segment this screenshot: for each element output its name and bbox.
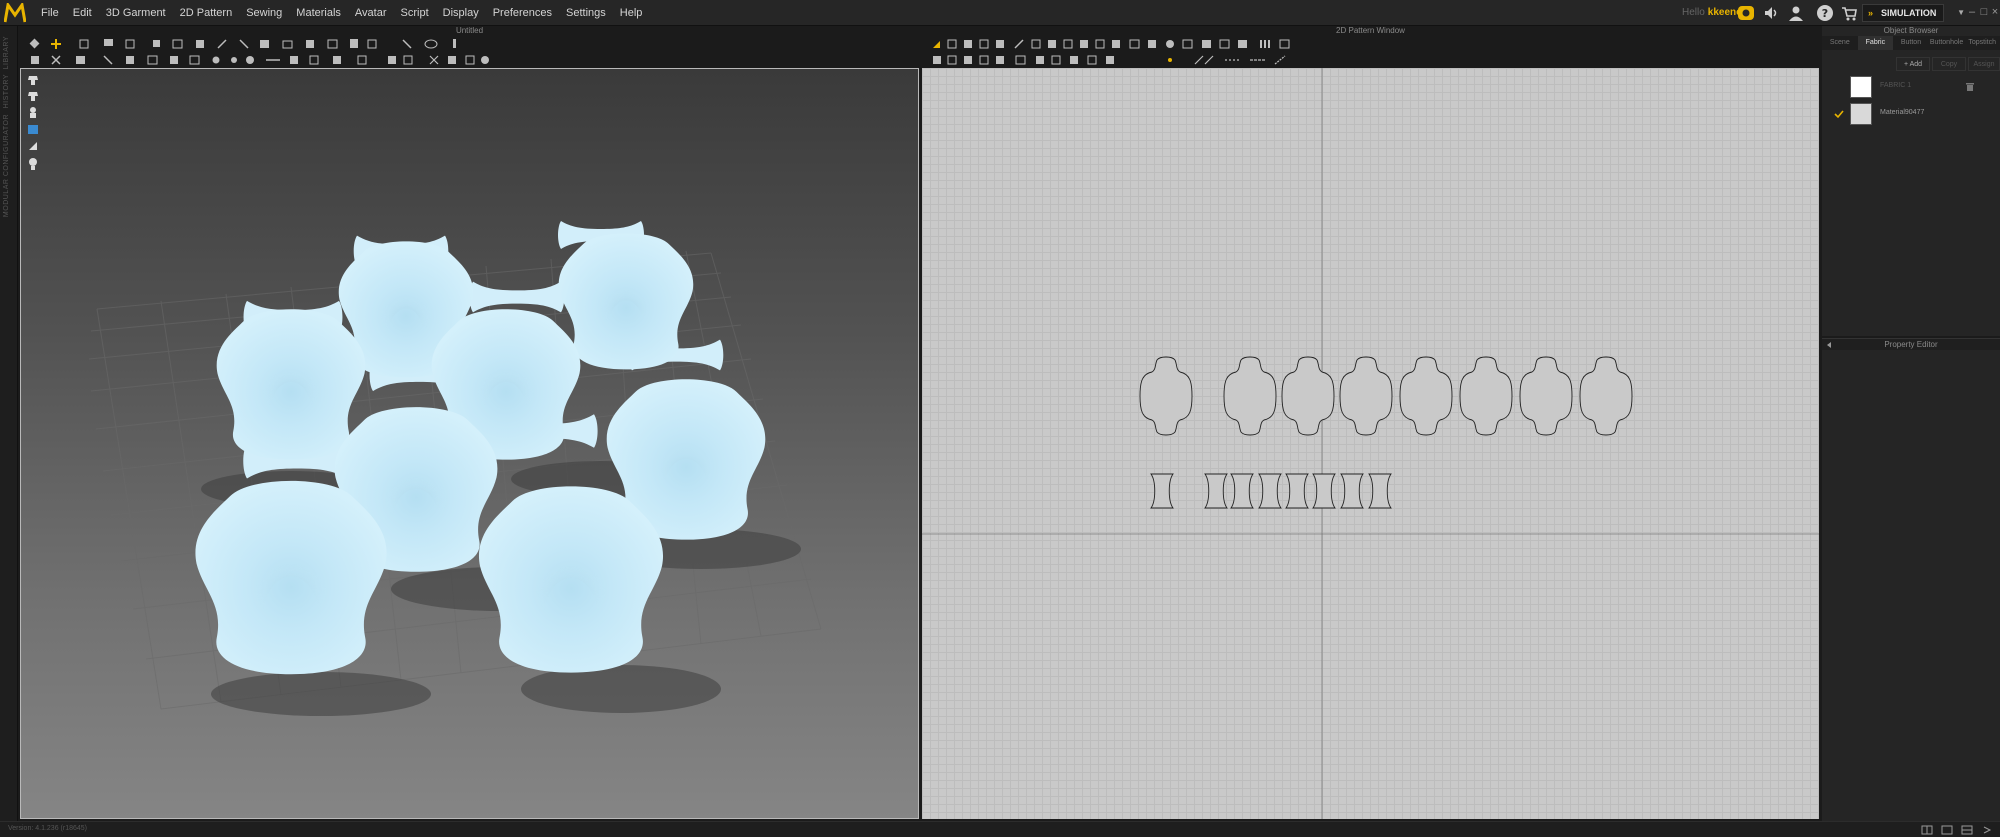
pattern-axes	[922, 68, 1819, 819]
avatar-icon[interactable]	[30, 107, 36, 113]
add-fabric-button[interactable]: + Add	[1896, 57, 1930, 71]
tab-topstitch[interactable]: Topstitch	[1964, 36, 2000, 50]
menu-edit[interactable]: Edit	[66, 0, 99, 26]
garment-alt-icon[interactable]	[28, 92, 38, 101]
menu-bar: File Edit 3D Garment 2D Pattern Sewing M…	[0, 0, 2000, 26]
history-tab[interactable]: HISTORY	[3, 74, 10, 108]
marvelous-logo-icon[interactable]	[4, 3, 26, 23]
menu-file[interactable]: File	[34, 0, 66, 26]
menu-materials[interactable]: Materials	[289, 0, 348, 26]
menu-help[interactable]: Help	[613, 0, 650, 26]
fabric-swatch	[1850, 103, 1872, 125]
2d-toolbar[interactable]	[930, 37, 1300, 67]
user-greeting: Hello kkeene	[1682, 7, 1742, 18]
fabric-name: FABRIC 1	[1880, 82, 1912, 89]
user-icon[interactable]	[1787, 4, 1805, 22]
menu-3d-garment[interactable]: 3D Garment	[99, 0, 173, 26]
close-icon[interactable]: ×	[1989, 6, 2000, 18]
pattern-pieces-pads[interactable]	[1139, 356, 1633, 436]
menu-script[interactable]: Script	[394, 0, 436, 26]
simulation-mode-dropdown[interactable]: » SIMULATION ▼	[1862, 4, 1965, 22]
version-label: Version: 4.1.236 (r18645)	[8, 825, 87, 832]
fabric-name: Material90477	[1880, 109, 1925, 116]
menu-sewing[interactable]: Sewing	[239, 0, 289, 26]
main-menu: File Edit 3D Garment 2D Pattern Sewing M…	[34, 0, 649, 26]
menu-2d-pattern[interactable]: 2D Pattern	[173, 0, 240, 26]
copy-fabric-button[interactable]: Copy	[1932, 57, 1966, 71]
help-icon[interactable]: ?	[1816, 4, 1834, 22]
texture-icon[interactable]	[28, 125, 38, 134]
speaker-icon[interactable]	[1762, 4, 1780, 22]
chevron-down-icon: ▼	[1957, 8, 1965, 17]
2d-pattern-window[interactable]	[922, 68, 1819, 819]
cart-icon[interactable]	[1840, 4, 1858, 22]
menu-display[interactable]: Display	[436, 0, 486, 26]
mode-label: SIMULATION	[1881, 8, 1937, 18]
measure-icon[interactable]	[29, 142, 37, 150]
chevrons-icon: »	[1868, 8, 1874, 18]
avatar-head-icon[interactable]	[29, 158, 37, 166]
garment-icon[interactable]	[28, 76, 38, 85]
menu-avatar[interactable]: Avatar	[348, 0, 394, 26]
fabric-swatch	[1850, 76, 1872, 98]
modular-configurator-tab[interactable]: MODULAR CONFIGURATOR	[3, 114, 10, 217]
3d-viewport[interactable]	[20, 68, 919, 819]
assign-fabric-button[interactable]: Assign	[1968, 57, 2000, 71]
3d-scene[interactable]	[21, 69, 919, 819]
object-browser: Object Browser Scene Fabric Button Butto…	[1822, 26, 2000, 336]
layout-icons[interactable]	[1920, 824, 1996, 836]
minimize-icon[interactable]: –	[1966, 6, 1978, 18]
checkmark-icon	[1834, 110, 1844, 119]
tab-scene[interactable]: Scene	[1822, 36, 1858, 50]
pattern-canvas[interactable]	[922, 68, 1819, 819]
status-bar: Version: 4.1.236 (r18645)	[0, 821, 2000, 837]
tab-buttonhole[interactable]: Buttonhole	[1929, 36, 1965, 50]
viewport3d-title: Untitled	[455, 26, 484, 35]
3d-toolbar[interactable]	[28, 37, 498, 67]
pattern-pieces-straps[interactable]	[1150, 473, 1392, 509]
collapse-arrow-icon[interactable]	[1825, 341, 1833, 349]
library-tab[interactable]: LIBRARY	[3, 36, 10, 69]
side-tab-strip: LIBRARY HISTORY MODULAR CONFIGURATOR	[0, 26, 18, 821]
connect-icon[interactable]	[1737, 4, 1755, 22]
pattern2d-title: 2D Pattern Window	[1336, 26, 1405, 35]
fabric-item[interactable]: FABRIC 1	[1822, 74, 2000, 100]
menu-settings[interactable]: Settings	[559, 0, 613, 26]
property-editor-title: Property Editor	[1822, 339, 2000, 350]
object-browser-tabs: Scene Fabric Button Buttonhole Topstitch	[1822, 36, 2000, 50]
3d-side-tools[interactable]	[26, 74, 40, 178]
hello-label: Hello	[1682, 7, 1705, 18]
object-browser-title: Object Browser	[1883, 26, 1939, 35]
menu-preferences[interactable]: Preferences	[486, 0, 559, 26]
property-editor: Property Editor	[1822, 338, 2000, 821]
tab-button[interactable]: Button	[1893, 36, 1929, 50]
fabric-item[interactable]: Material90477	[1822, 101, 2000, 127]
svg-text:?: ?	[1822, 7, 1828, 20]
tab-fabric[interactable]: Fabric	[1857, 36, 1894, 50]
trash-icon[interactable]	[1965, 82, 1975, 92]
